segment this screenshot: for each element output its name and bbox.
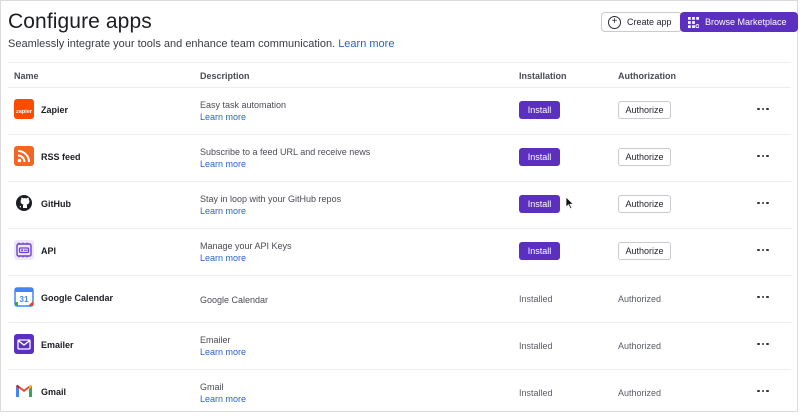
- page-subtitle: Seamlessly integrate your tools and enha…: [8, 38, 394, 50]
- table-row-emailer: Emailer Emailer Learn more Installed Aut…: [8, 323, 791, 370]
- install-button[interactable]: Install: [519, 148, 560, 166]
- app-name: API: [41, 246, 57, 256]
- learn-more-link[interactable]: Learn more: [200, 159, 246, 169]
- app-name: Emailer: [41, 340, 74, 350]
- rss-icon: [14, 146, 34, 166]
- learn-more-link[interactable]: Learn more: [200, 347, 246, 357]
- browse-marketplace-label: Browse Marketplace: [705, 17, 787, 27]
- more-options-icon[interactable]: [756, 290, 770, 304]
- api-icon: [14, 240, 34, 260]
- subtitle-text: Seamlessly integrate your tools and enha…: [8, 38, 336, 50]
- app-description: Emailer: [200, 335, 231, 345]
- app-name: RSS feed: [41, 152, 81, 162]
- app-description: Google Calendar: [200, 295, 269, 305]
- github-icon: [14, 193, 34, 213]
- app-description: Easy task automation: [200, 100, 287, 110]
- app-description: Subscribe to a feed URL and receive news: [200, 147, 371, 157]
- more-options-icon[interactable]: [756, 384, 770, 398]
- app-description: Stay in loop with your GitHub repos: [200, 194, 342, 204]
- apps-table: Name Description Installation Authorizat…: [8, 62, 791, 416]
- authorization-status: Authorized: [618, 294, 662, 304]
- browse-marketplace-button[interactable]: Browse Marketplace: [680, 12, 798, 32]
- installation-status: Installed: [519, 388, 553, 398]
- table-row-google-calendar: 31 Google Calendar Google Calendar Insta…: [8, 276, 791, 323]
- learn-more-link[interactable]: Learn more: [200, 112, 246, 122]
- table-row-github: GitHub Stay in loop with your GitHub rep…: [8, 182, 791, 229]
- more-options-icon[interactable]: [756, 337, 770, 351]
- mouse-cursor-icon: [565, 196, 575, 210]
- page-header: Configure apps Seamlessly integrate your…: [8, 10, 798, 50]
- more-options-icon[interactable]: [756, 243, 770, 257]
- installation-status: Installed: [519, 341, 553, 351]
- install-button[interactable]: Install: [519, 101, 560, 119]
- table-row-gmail: Gmail Gmail Learn more Installed Authori…: [8, 370, 791, 416]
- table-row-zapier: zapier Zapier Easy task automation Learn…: [8, 88, 791, 135]
- app-description: Gmail: [200, 382, 224, 392]
- column-header-installation: Installation: [519, 71, 567, 81]
- column-header-authorization: Authorization: [618, 71, 676, 81]
- authorize-button[interactable]: Authorize: [618, 148, 671, 166]
- learn-more-link[interactable]: Learn more: [200, 206, 246, 216]
- installation-status: Installed: [519, 294, 553, 304]
- authorization-status: Authorized: [618, 388, 662, 398]
- table-row-rss-feed: RSS feed Subscribe to a feed URL and rec…: [8, 135, 791, 182]
- gmail-icon: [14, 381, 34, 401]
- svg-text:zapier: zapier: [16, 109, 33, 115]
- app-name: Gmail: [41, 387, 67, 397]
- app-name: GitHub: [41, 199, 71, 209]
- more-options-icon[interactable]: [756, 149, 770, 163]
- more-options-icon[interactable]: [756, 196, 770, 210]
- app-name: Zapier: [41, 105, 69, 115]
- authorize-button[interactable]: Authorize: [618, 242, 671, 260]
- authorize-button[interactable]: Authorize: [618, 101, 671, 119]
- table-row-api: API Manage your API Keys Learn more Inst…: [8, 229, 791, 276]
- google-calendar-icon: 31: [14, 287, 34, 307]
- column-header-name: Name: [14, 71, 39, 81]
- calendar-day-number: 31: [20, 295, 29, 304]
- authorize-button[interactable]: Authorize: [618, 195, 671, 213]
- column-header-description: Description: [200, 71, 250, 81]
- learn-more-link[interactable]: Learn more: [200, 253, 246, 263]
- table-header: Name Description Installation Authorizat…: [8, 62, 791, 88]
- create-app-button[interactable]: + Create app: [601, 12, 682, 32]
- authorization-status: Authorized: [618, 341, 662, 351]
- create-app-label: Create app: [627, 17, 672, 27]
- emailer-icon: [14, 334, 34, 354]
- learn-more-link[interactable]: Learn more: [200, 394, 246, 404]
- subtitle-learn-more-link[interactable]: Learn more: [338, 38, 394, 50]
- more-options-icon[interactable]: [756, 102, 770, 116]
- plus-circle-icon: +: [608, 15, 621, 29]
- app-description: Manage your API Keys: [200, 241, 292, 251]
- install-button[interactable]: Install: [519, 242, 560, 260]
- page-title: Configure apps: [8, 10, 152, 33]
- app-name: Google Calendar: [41, 293, 114, 303]
- zapier-icon: zapier: [14, 99, 34, 119]
- marketplace-grid-icon: [688, 16, 699, 28]
- install-button[interactable]: Install: [519, 195, 560, 213]
